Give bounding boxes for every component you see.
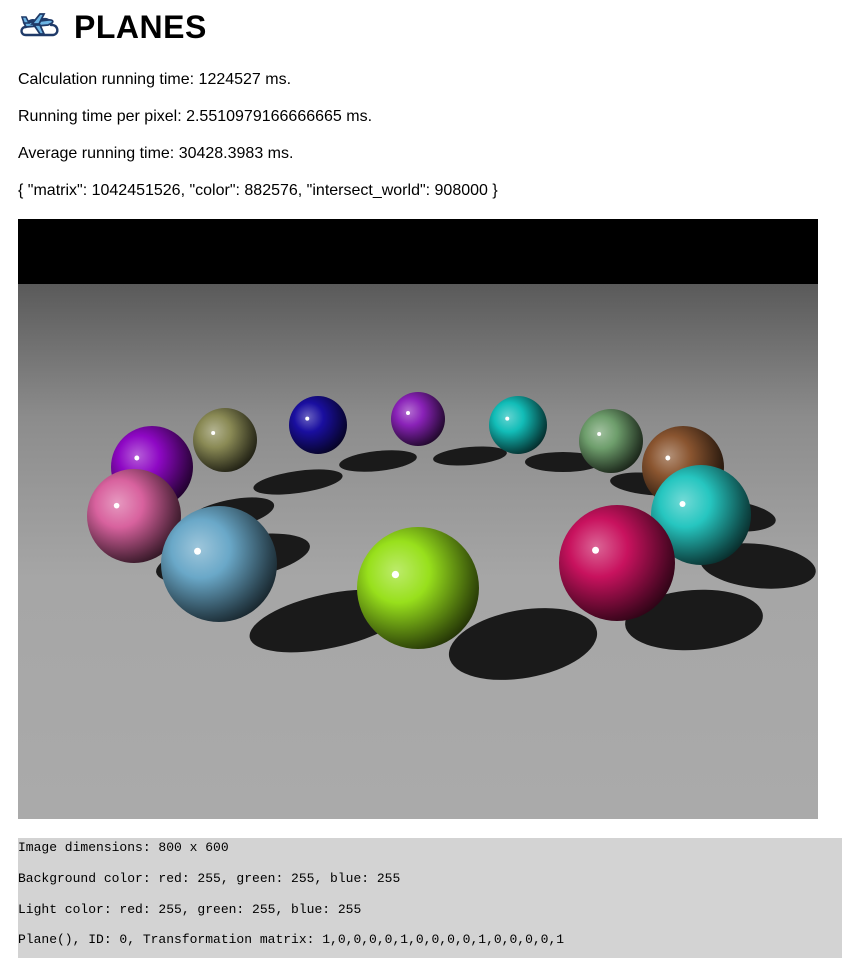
sphere-navy-highlight bbox=[305, 416, 310, 421]
sphere-lime-highlight bbox=[391, 570, 400, 579]
sky-region bbox=[18, 219, 818, 284]
calculation-time-text: Calculation running time: 1224527 ms. bbox=[18, 71, 292, 88]
rendered-image bbox=[18, 219, 818, 819]
image-dimensions-text: Image dimensions: 800 x 600 bbox=[18, 840, 229, 855]
sphere-pink-highlight bbox=[113, 502, 120, 509]
airplane-cloud-icon bbox=[18, 9, 62, 45]
sphere-teal-back-highlight bbox=[505, 416, 510, 421]
sphere-sage-highlight bbox=[597, 431, 602, 436]
sphere-purple-far-left-highlight bbox=[134, 455, 140, 461]
light-color-text: Light color: red: 255, green: 255, blue:… bbox=[18, 902, 362, 917]
time-per-pixel-text: Running time per pixel: 2.55109791666666… bbox=[18, 108, 373, 125]
sphere-magenta bbox=[559, 505, 675, 621]
average-time-text: Average running time: 30428.3983 ms. bbox=[18, 145, 294, 162]
scene-info-panel: Image dimensions: 800 x 600 Background c… bbox=[18, 838, 842, 958]
sphere-brown-highlight bbox=[665, 455, 671, 461]
sphere-olive-highlight bbox=[211, 430, 216, 435]
page-title: PLANES bbox=[74, 8, 207, 45]
plane-info-text: Plane(), ID: 0, Transformation matrix: 1… bbox=[18, 932, 565, 947]
sphere-navy bbox=[289, 396, 347, 454]
sphere-steel-blue-highlight bbox=[194, 547, 202, 555]
sphere-violet bbox=[391, 392, 445, 446]
sphere-violet-highlight bbox=[406, 411, 411, 416]
sphere-lime bbox=[357, 527, 479, 649]
background-color-text: Background color: red: 255, green: 255, … bbox=[18, 871, 401, 886]
sphere-olive bbox=[193, 408, 257, 472]
sphere-teal-back bbox=[489, 396, 547, 454]
sphere-sage bbox=[579, 409, 643, 473]
sphere-steel-blue bbox=[161, 506, 277, 622]
operation-counters-text: { "matrix": 1042451526, "color": 882576,… bbox=[18, 182, 498, 199]
sphere-cyan-right-highlight bbox=[679, 501, 686, 507]
page-header: PLANES bbox=[18, 6, 207, 48]
raytraced-scene bbox=[18, 219, 818, 819]
sphere-magenta-highlight bbox=[592, 546, 600, 554]
